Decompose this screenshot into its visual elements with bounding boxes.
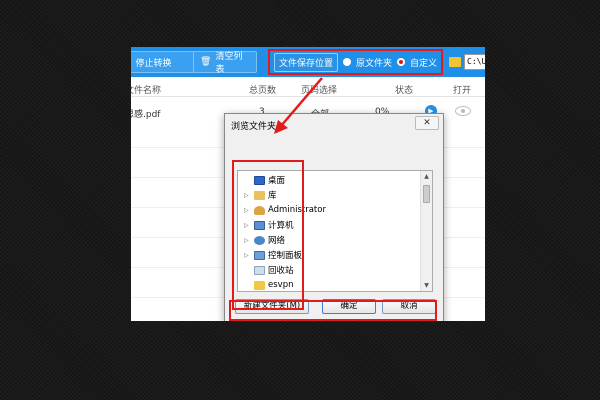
tree-item-label: 网络 [268, 236, 286, 246]
recycle-bin-icon [254, 265, 265, 275]
radio-original-folder[interactable] [343, 58, 352, 66]
browse-folder-dialog: 浏览文件夹 ✕ 桌面 ▷ 库 ▷ Administrator ▷ 计算机 ▷ 网… [224, 113, 444, 321]
expand-arrow-icon[interactable]: ▷ [244, 252, 251, 259]
tree-item-label: esvpn [268, 280, 294, 290]
tree-item-label: 库 [268, 191, 277, 201]
close-icon[interactable]: ✕ [415, 116, 439, 130]
control-panel-icon [254, 250, 265, 260]
tree-item-administrator[interactable]: ▷ Administrator [244, 203, 326, 217]
clear-list-button[interactable]: 🗑 清空列表 [193, 51, 257, 75]
table-header: 文件名称 总页数 页码选择 状态 打开 [131, 79, 485, 97]
ok-button[interactable]: 确定 [322, 299, 376, 314]
tree-item-network[interactable]: ▷ 网络 [244, 233, 285, 247]
app-screenshot: ⊙ 停止转换 🗑 清空列表 文件保存位置 原文件夹 自定义 C:\U 文件名称 … [131, 47, 485, 321]
eye-icon[interactable] [455, 106, 471, 116]
clear-list-label: 清空列表 [215, 52, 243, 75]
trash-icon: 🗑 [200, 57, 212, 67]
new-folder-button[interactable]: 新建文件夹(M) [235, 299, 309, 314]
expand-arrow-icon[interactable]: ▷ [244, 222, 251, 229]
cancel-button[interactable]: 取消 [382, 299, 436, 314]
tree-item-label: 计算机 [268, 221, 294, 231]
col-status: 状态 [395, 86, 414, 96]
tree-item-recycle-bin[interactable]: 回收站 [244, 263, 294, 277]
tree-item-computer[interactable]: ▷ 计算机 [244, 218, 294, 232]
folder-icon[interactable] [449, 57, 461, 67]
scroll-up-icon[interactable]: ▲ [421, 171, 432, 182]
computer-icon [254, 220, 265, 230]
col-page-range: 页码选择 [301, 86, 338, 96]
col-total-pages: 总页数 [249, 86, 277, 96]
desktop-icon [254, 175, 265, 185]
radio-original-folder-label[interactable]: 原文件夹 [356, 56, 392, 69]
tree-item-esvpn[interactable]: esvpn [244, 278, 294, 291]
tree-item-library[interactable]: ▷ 库 [244, 188, 277, 202]
folder-tree: 桌面 ▷ 库 ▷ Administrator ▷ 计算机 ▷ 网络 ▷ 控制面板… [237, 170, 433, 292]
stop-convert-label: 停止转换 [135, 58, 172, 69]
user-folder-icon [254, 205, 265, 215]
tree-item-desktop[interactable]: 桌面 [244, 173, 285, 187]
save-location-group: 文件保存位置 原文件夹 自定义 [274, 52, 437, 72]
expand-arrow-icon[interactable]: ▷ [244, 237, 251, 244]
tree-scrollbar[interactable]: ▲ ▼ [420, 171, 432, 291]
radio-custom[interactable] [397, 58, 406, 66]
folder-icon [254, 280, 265, 290]
tree-item-label: 回收站 [268, 266, 294, 276]
tree-item-control-panel[interactable]: ▷ 控制面板 [244, 248, 302, 262]
stop-convert-button[interactable]: ⊙ 停止转换 [131, 51, 195, 73]
network-icon [254, 235, 265, 245]
col-open: 打开 [453, 86, 472, 96]
expand-arrow-icon[interactable]: ▷ [244, 207, 251, 214]
tree-item-label: 桌面 [268, 176, 286, 186]
save-location-label: 文件保存位置 [274, 52, 339, 72]
path-area: C:\U [449, 52, 485, 72]
scroll-down-icon[interactable]: ▼ [421, 280, 432, 291]
tree-item-label: Administrator [268, 205, 326, 215]
save-path-input[interactable]: C:\U [464, 54, 485, 70]
dialog-title: 浏览文件夹 [231, 122, 277, 132]
library-icon [254, 190, 265, 200]
scroll-thumb[interactable] [423, 185, 430, 203]
toolbar: ⊙ 停止转换 🗑 清空列表 文件保存位置 原文件夹 自定义 C:\U [131, 47, 485, 77]
file-name: 思感.pdf [131, 110, 161, 120]
stop-icon: ⊙ [131, 57, 132, 67]
tree-item-label: 控制面板 [268, 251, 303, 261]
col-file-name: 文件名称 [131, 86, 162, 96]
radio-custom-label[interactable]: 自定义 [410, 56, 437, 69]
expand-arrow-icon[interactable]: ▷ [244, 192, 251, 199]
